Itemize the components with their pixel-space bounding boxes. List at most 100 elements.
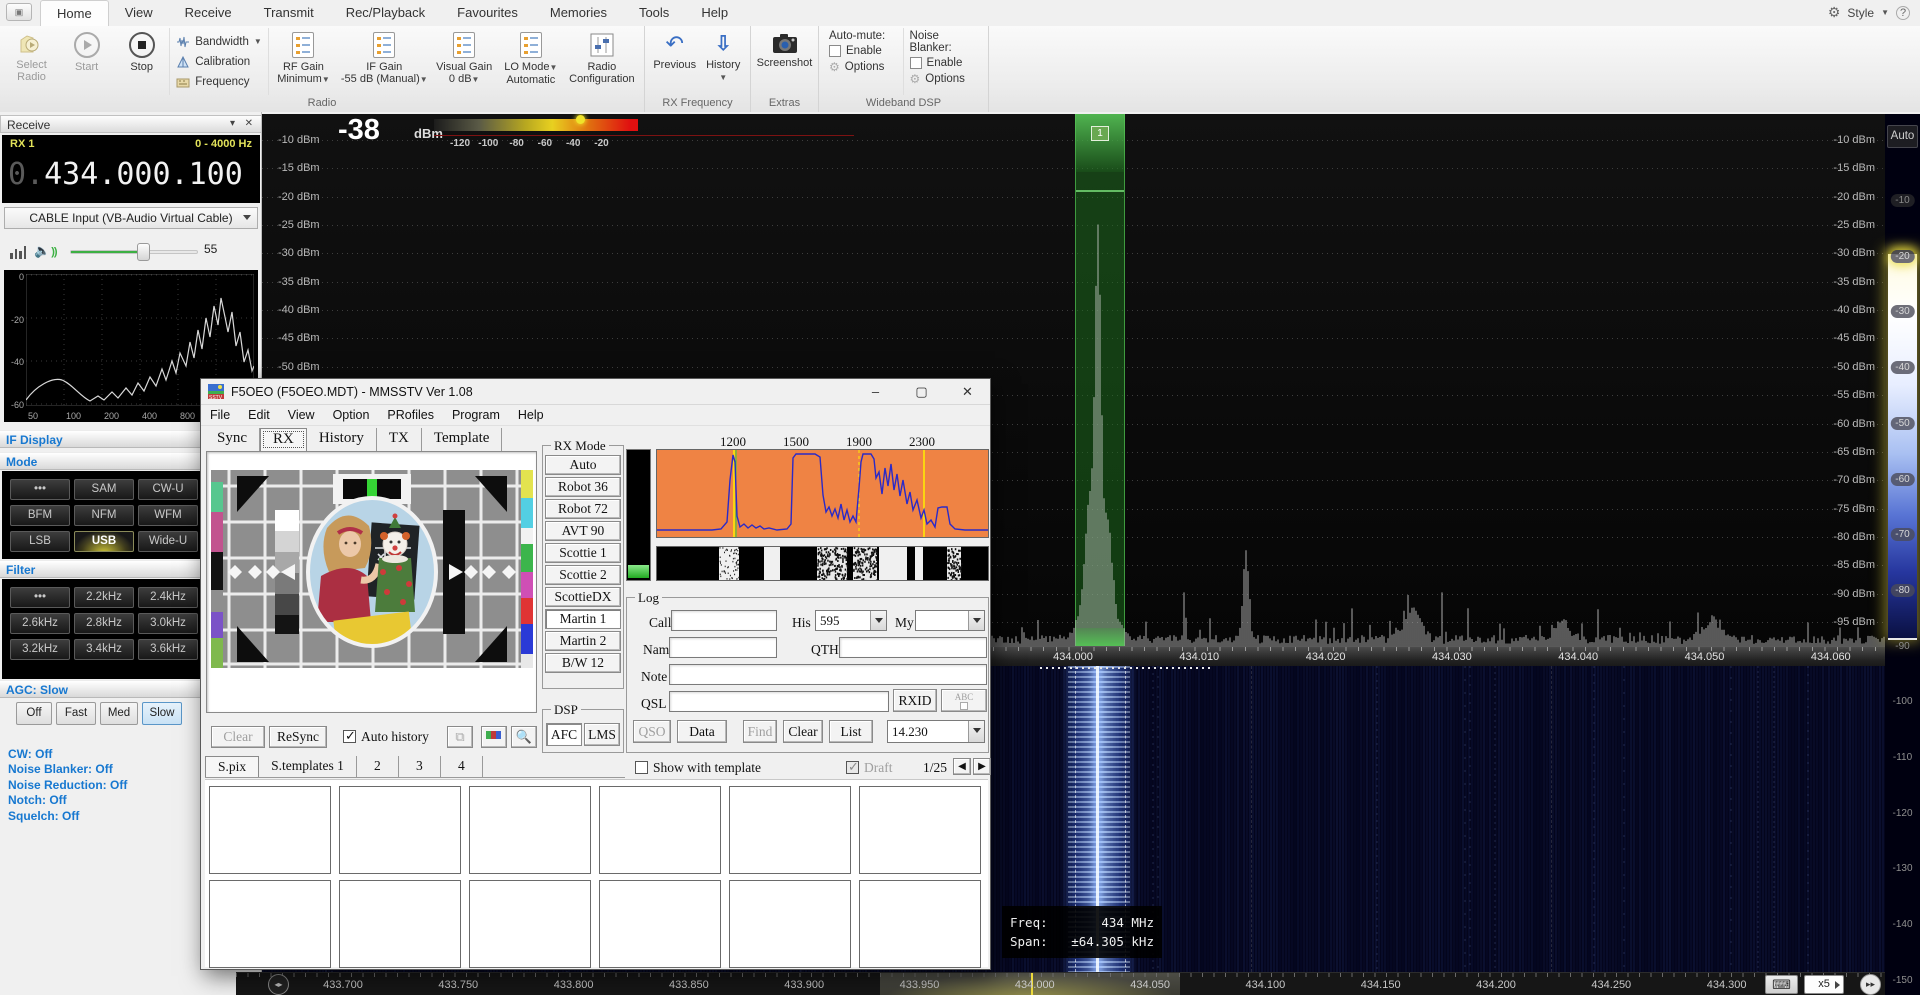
list-button[interactable]: List: [829, 720, 873, 743]
style-menu[interactable]: Style: [1847, 6, 1874, 20]
filter-button[interactable]: •••: [10, 587, 70, 608]
band-scale[interactable]: 433.700433.750433.800433.850433.900433.9…: [236, 972, 1886, 995]
ribbon-tab[interactable]: Tools: [623, 0, 685, 26]
agc-button[interactable]: Slow: [142, 702, 182, 725]
palette-level-label[interactable]: -140: [1887, 918, 1917, 931]
help-icon[interactable]: ?: [1896, 6, 1910, 20]
select-radio-button[interactable]: SelectRadio: [4, 28, 59, 95]
mmsstv-tab[interactable]: History: [307, 428, 377, 451]
maximize-button[interactable]: ▢: [899, 379, 944, 405]
if-gain-button[interactable]: IF Gain-55 dB (Manual)▼: [338, 28, 430, 95]
mode-button[interactable]: BFM: [10, 505, 70, 526]
qth-input[interactable]: [839, 637, 987, 658]
filter-button[interactable]: 2.2kHz: [74, 587, 134, 608]
dropdown-button[interactable]: [870, 611, 886, 630]
template-tab[interactable]: S.templates 1: [259, 756, 357, 777]
visual-gain-button[interactable]: Visual Gain0 dB▼: [430, 28, 497, 95]
template-thumbnail-slot[interactable]: [859, 880, 981, 968]
calibration-button[interactable]: Calibration: [176, 53, 262, 71]
dsp-status-link[interactable]: CW: Off: [8, 747, 52, 761]
bandwidth-button[interactable]: Bandwidth▼: [176, 33, 262, 51]
copy-pages-icon[interactable]: ⧉: [447, 726, 473, 748]
rx-mode-button[interactable]: Martin 2: [545, 631, 621, 651]
rx-mode-button[interactable]: Scottie 1: [545, 543, 621, 563]
ribbon-tab[interactable]: Receive: [169, 0, 248, 26]
clear-log-button[interactable]: Clear: [783, 720, 823, 743]
qso-button[interactable]: QSO: [633, 720, 671, 743]
mmsstv-menu-item[interactable]: Help: [509, 405, 553, 425]
previous-button[interactable]: ↶ Previous: [649, 28, 700, 95]
radio-configuration-button[interactable]: RadioConfiguration: [564, 28, 640, 95]
rxid-button[interactable]: RXID: [893, 689, 937, 712]
magnifier-icon[interactable]: 🔍: [511, 726, 537, 748]
mmsstv-menu-item[interactable]: Option: [324, 405, 379, 425]
mode-button[interactable]: SAM: [74, 479, 134, 500]
dropdown-button[interactable]: [968, 721, 984, 742]
checkbox-icon[interactable]: [829, 45, 841, 57]
rx-mode-button[interactable]: Martin 1: [545, 609, 621, 629]
mode-button[interactable]: CW-U: [138, 479, 198, 500]
data-button[interactable]: Data: [677, 720, 727, 743]
mode-button[interactable]: •••: [10, 479, 70, 500]
filter-button[interactable]: 3.6kHz: [138, 639, 198, 660]
template-thumbnail-slot[interactable]: [599, 880, 721, 968]
dsp-status-link[interactable]: Noise Reduction: Off: [8, 778, 127, 792]
resync-button[interactable]: ReSync: [269, 726, 327, 748]
settings-gear-icon[interactable]: ⚙: [1828, 4, 1841, 21]
frequency-button[interactable]: Frequency: [176, 73, 262, 91]
palette-level-label[interactable]: -110: [1888, 751, 1917, 764]
template-tab[interactable]: 2: [357, 756, 399, 777]
mode-button[interactable]: LSB: [10, 531, 70, 552]
palette-level-label[interactable]: -90: [1890, 640, 1914, 653]
filter-button[interactable]: 3.4kHz: [74, 639, 134, 660]
dsp-status-link[interactable]: Notch: Off: [8, 793, 67, 807]
chevron-down-icon[interactable]: ▼: [1881, 8, 1889, 17]
palette-level-label[interactable]: -70: [1890, 528, 1914, 541]
mmsstv-tab[interactable]: Sync: [205, 428, 260, 451]
lo-mode-button[interactable]: LO Mode▼Automatic: [498, 28, 564, 95]
keyboard-entry-button[interactable]: ⌨: [1765, 975, 1798, 994]
ribbon-tab[interactable]: Help: [685, 0, 744, 26]
filter-button[interactable]: 3.2kHz: [10, 639, 70, 660]
rx-mode-button[interactable]: Robot 72: [545, 499, 621, 519]
palette-level-label[interactable]: -100: [1887, 695, 1917, 708]
palette-level-label[interactable]: -80: [1890, 584, 1914, 597]
mmsstv-menu-item[interactable]: Edit: [239, 405, 279, 425]
mmsstv-menu-item[interactable]: File: [201, 405, 239, 425]
auto-history-checkbox[interactable]: [343, 730, 356, 743]
my-combo[interactable]: [915, 610, 985, 631]
scale-play-button[interactable]: ▸▸: [1860, 974, 1881, 995]
mode-button[interactable]: USB: [74, 531, 134, 552]
mmsstv-menu-item[interactable]: View: [279, 405, 324, 425]
palette-auto-button[interactable]: Auto: [1887, 125, 1918, 148]
palette-level-label[interactable]: -60: [1890, 473, 1914, 486]
his-combo[interactable]: 595: [815, 610, 887, 631]
auto-mute-enable[interactable]: Enable: [829, 45, 897, 57]
template-tab[interactable]: S.pix: [205, 756, 259, 777]
channel-badge[interactable]: 1: [1091, 126, 1109, 141]
rx-mode-button[interactable]: Auto: [545, 455, 621, 475]
show-with-template-checkbox[interactable]: [635, 761, 648, 774]
mmsstv-titlebar[interactable]: SSTV F5OEO (F5OEO.MDT) - MMSSTV Ver 1.08…: [201, 379, 990, 405]
template-thumbnail-slot[interactable]: [729, 880, 851, 968]
frequency-value[interactable]: 0.434.000.100: [8, 157, 243, 192]
dropdown-button[interactable]: [968, 611, 984, 630]
palette-level-label[interactable]: -120: [1887, 807, 1917, 820]
scale-scroll-button[interactable]: ◂▸: [268, 974, 289, 995]
dsp-status-link[interactable]: Noise Blanker: Off: [8, 762, 113, 776]
call-input[interactable]: [671, 610, 777, 631]
filter-button[interactable]: 2.8kHz: [74, 613, 134, 634]
find-button[interactable]: Find: [743, 720, 777, 743]
palette-level-label[interactable]: -130: [1887, 862, 1917, 875]
template-tab[interactable]: 3: [399, 756, 441, 777]
template-thumbnail-slot[interactable]: [729, 786, 851, 874]
name-input[interactable]: [669, 637, 777, 658]
template-tab[interactable]: 4: [441, 756, 483, 777]
app-menu-icon[interactable]: ▣: [6, 3, 32, 21]
mode-button[interactable]: NFM: [74, 505, 134, 526]
palette-level-label[interactable]: -150: [1887, 974, 1917, 987]
mode-button[interactable]: WFM: [138, 505, 198, 526]
ribbon-tab[interactable]: Memories: [534, 0, 623, 26]
ribbon-tab[interactable]: Home: [40, 0, 109, 26]
color-image-icon[interactable]: [481, 726, 507, 748]
